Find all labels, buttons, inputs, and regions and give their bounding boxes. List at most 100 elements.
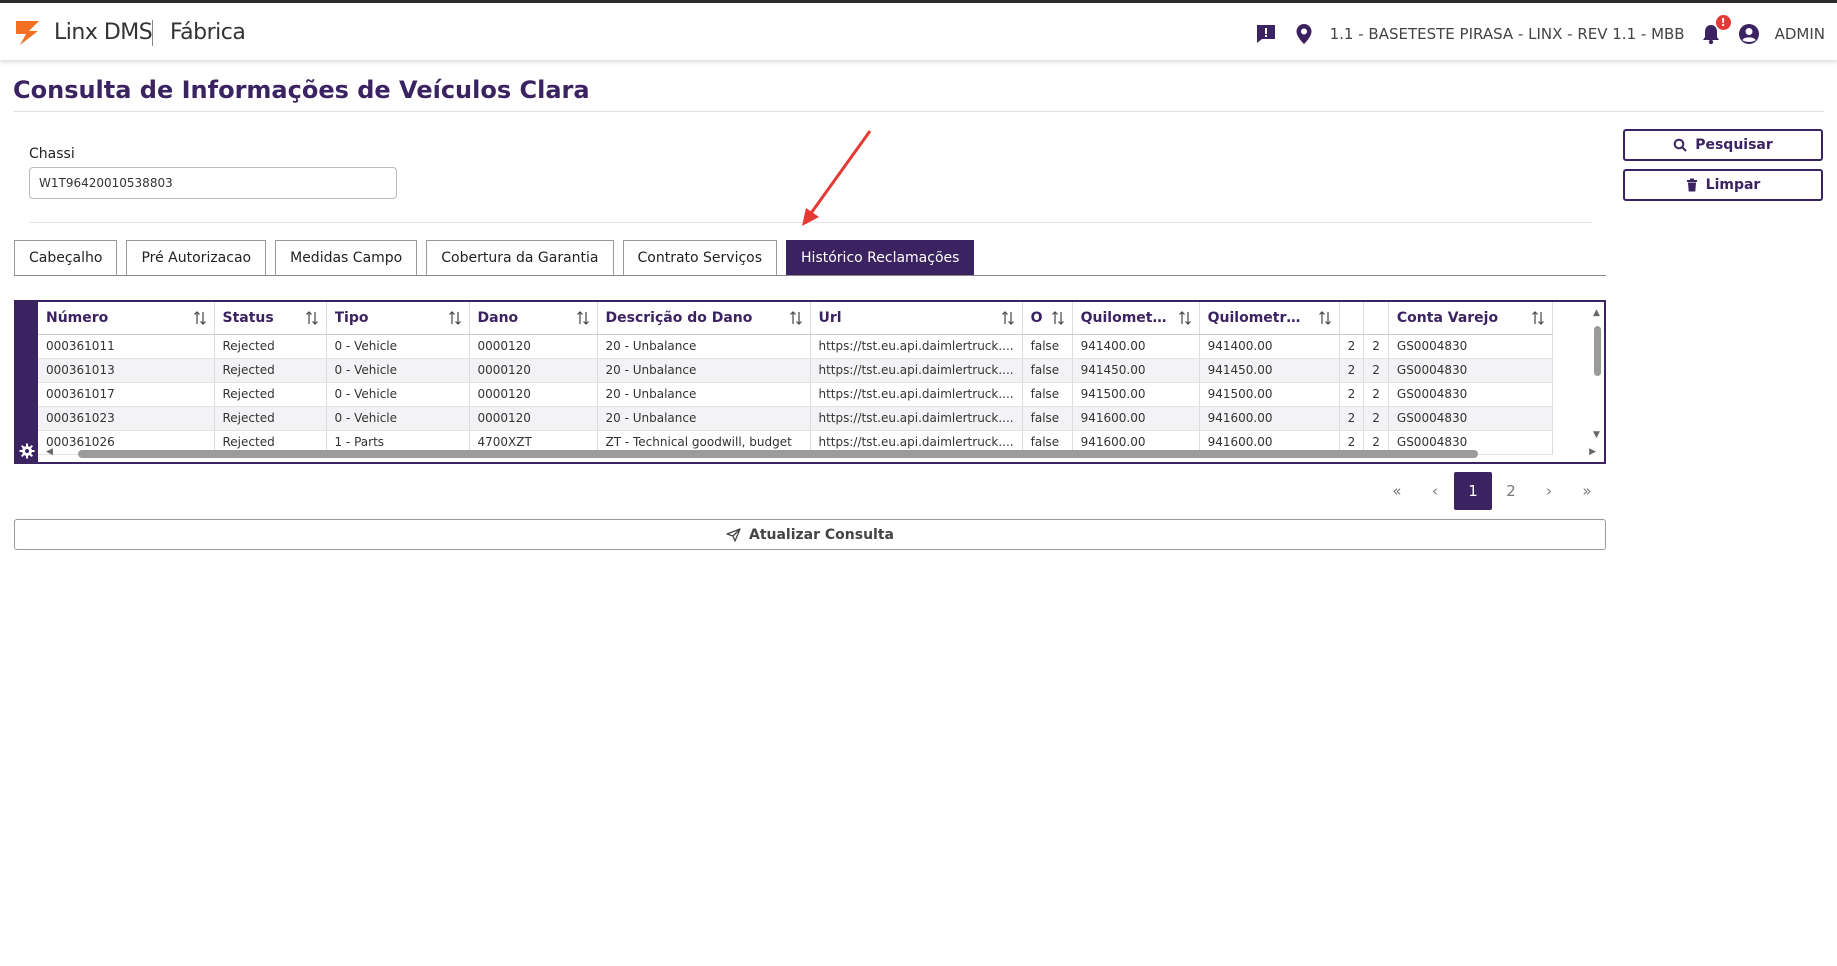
column-header[interactable]: Quilometra... [1072,302,1200,335]
table-cell: 0 - Vehicle [326,406,470,431]
first-page-button[interactable]: « [1378,472,1416,510]
table-cell: 000361013 [38,358,215,383]
sort-icon[interactable] [1531,311,1545,325]
last-page-button[interactable]: » [1568,472,1606,510]
chat-alert-icon[interactable] [1254,22,1278,46]
sort-icon[interactable] [1318,311,1332,325]
table-cell: Rejected [214,358,327,383]
page-2-button[interactable]: 2 [1492,472,1530,510]
table-row[interactable]: 000361011 Rejected 0 - Vehicle 0000120 2… [38,334,1553,359]
title-divider [13,111,1824,112]
tab-bar: Cabeçalho Pré Autorizacao Medidas Campo … [14,240,983,276]
table-cell: 941400.00 [1199,334,1340,359]
location-text[interactable]: 1.1 - BASETESTE PIRASA - LINX - REV 1.1 … [1330,25,1685,43]
sort-icon[interactable] [1051,311,1065,325]
table-cell: 941450.00 [1199,358,1340,383]
table-cell[interactable]: https://tst.eu.api.daimlertruck.... [810,358,1023,383]
table-cell: 0000120 [469,334,598,359]
table-cell: 941600.00 [1199,406,1340,431]
table-cell: GS0004830 [1388,334,1553,359]
pagination: « ‹ 1 2 › » [1378,472,1606,510]
linx-logo-icon [16,21,39,45]
search-button[interactable]: Pesquisar [1623,129,1823,161]
prev-page-button[interactable]: ‹ [1416,472,1454,510]
user-circle-icon[interactable] [1737,22,1761,46]
bell-icon[interactable]: ! [1699,15,1731,46]
column-header[interactable]: Status [214,302,327,335]
page-1-button[interactable]: 1 [1454,472,1492,510]
sort-icon[interactable] [448,311,462,325]
table-row[interactable]: 000361013 Rejected 0 - Vehicle 0000120 2… [38,358,1553,383]
tab-medidas-campo[interactable]: Medidas Campo [275,240,418,276]
column-header[interactable]: O [1022,302,1073,335]
update-query-label: Atualizar Consulta [748,526,894,543]
table-cell: GS0004830 [1388,358,1553,383]
column-header[interactable]: Url [810,302,1023,335]
tab-pre-autorizacao[interactable]: Pré Autorizacao [126,240,267,276]
table-cell: 941600.00 [1072,406,1200,431]
table-cell: false [1022,406,1073,431]
scroll-down-icon[interactable]: ▼ [1593,430,1600,440]
user-name[interactable]: ADMIN [1775,25,1825,43]
table-cell: 0 - Vehicle [326,334,470,359]
sort-icon[interactable] [1001,311,1015,325]
column-header[interactable]: Conta Varejo [1388,302,1553,335]
claims-table: Número Status Tipo Dano Descrição do Dan… [38,302,1553,455]
update-query-button[interactable]: Atualizar Consulta [14,519,1606,550]
vertical-scroll-thumb[interactable] [1594,326,1601,376]
table-cell[interactable]: https://tst.eu.api.daimlertruck.... [810,382,1023,407]
table-cell: 941450.00 [1072,358,1200,383]
table-cell: 941500.00 [1199,382,1340,407]
horizontal-scroll-thumb[interactable] [78,450,1478,458]
sort-icon[interactable] [305,311,319,325]
column-header[interactable]: Número [38,302,215,335]
search-button-label: Pesquisar [1695,137,1773,153]
search-icon [1673,138,1687,152]
column-header[interactable] [1339,302,1365,335]
table-cell: false [1022,334,1073,359]
top-bar: Linx DMS Fábrica 1.1 - BASETESTE PIRASA … [0,0,1837,60]
results-grid: Número Status Tipo Dano Descrição do Dan… [14,300,1606,464]
table-cell: 941500.00 [1072,382,1200,407]
scroll-left-icon[interactable]: ◀ [46,447,53,457]
table-row[interactable]: 000361023 Rejected 0 - Vehicle 0000120 2… [38,406,1553,431]
form-divider [29,222,1592,223]
table-cell: 0000120 [469,382,598,407]
table-cell: 2 [1339,358,1365,383]
tab-historico-reclamacoes[interactable]: Histórico Reclamações [786,240,975,276]
scroll-right-icon[interactable]: ▶ [1589,447,1596,457]
table-cell: 000361017 [38,382,215,407]
table-cell[interactable]: https://tst.eu.api.daimlertruck.... [810,334,1023,359]
brand-name: Linx DMS [54,20,153,45]
vertical-scrollbar[interactable]: ▲ ▼ [1592,308,1604,440]
column-header[interactable]: Quilometrag... [1199,302,1340,335]
gear-icon[interactable] [19,443,35,459]
table-cell[interactable]: https://tst.eu.api.daimlertruck.... [810,406,1023,431]
column-header[interactable]: Tipo [326,302,470,335]
sort-icon[interactable] [1178,311,1192,325]
tab-cobertura-garantia[interactable]: Cobertura da Garantia [426,240,614,276]
header-actions: 1.1 - BASETESTE PIRASA - LINX - REV 1.1 … [1254,15,1825,47]
next-page-button[interactable]: › [1530,472,1568,510]
column-header[interactable]: Descrição do Dano [597,302,811,335]
tab-contrato-servicos[interactable]: Contrato Serviços [622,240,778,276]
page-title: Consulta de Informações de Veículos Clar… [13,76,590,104]
column-header[interactable]: Dano [469,302,598,335]
clear-button[interactable]: Limpar [1623,169,1823,201]
tab-cabecalho[interactable]: Cabeçalho [14,240,118,276]
sort-icon[interactable] [576,311,590,325]
column-header[interactable] [1363,302,1389,335]
table-cell: 2 [1339,406,1365,431]
table-cell: 20 - Unbalance [597,334,811,359]
chassi-input[interactable] [29,167,397,199]
table-cell: 20 - Unbalance [597,406,811,431]
clear-button-label: Limpar [1705,177,1761,193]
table-row[interactable]: 000361017 Rejected 0 - Vehicle 0000120 2… [38,382,1553,407]
table-cell: Rejected [214,334,327,359]
trash-icon [1686,178,1697,192]
sort-icon[interactable] [789,311,803,325]
sort-icon[interactable] [193,311,207,325]
send-icon [726,527,741,542]
horizontal-scrollbar[interactable]: ◀ ▶ [38,447,1598,459]
scroll-up-icon[interactable]: ▲ [1593,308,1600,318]
